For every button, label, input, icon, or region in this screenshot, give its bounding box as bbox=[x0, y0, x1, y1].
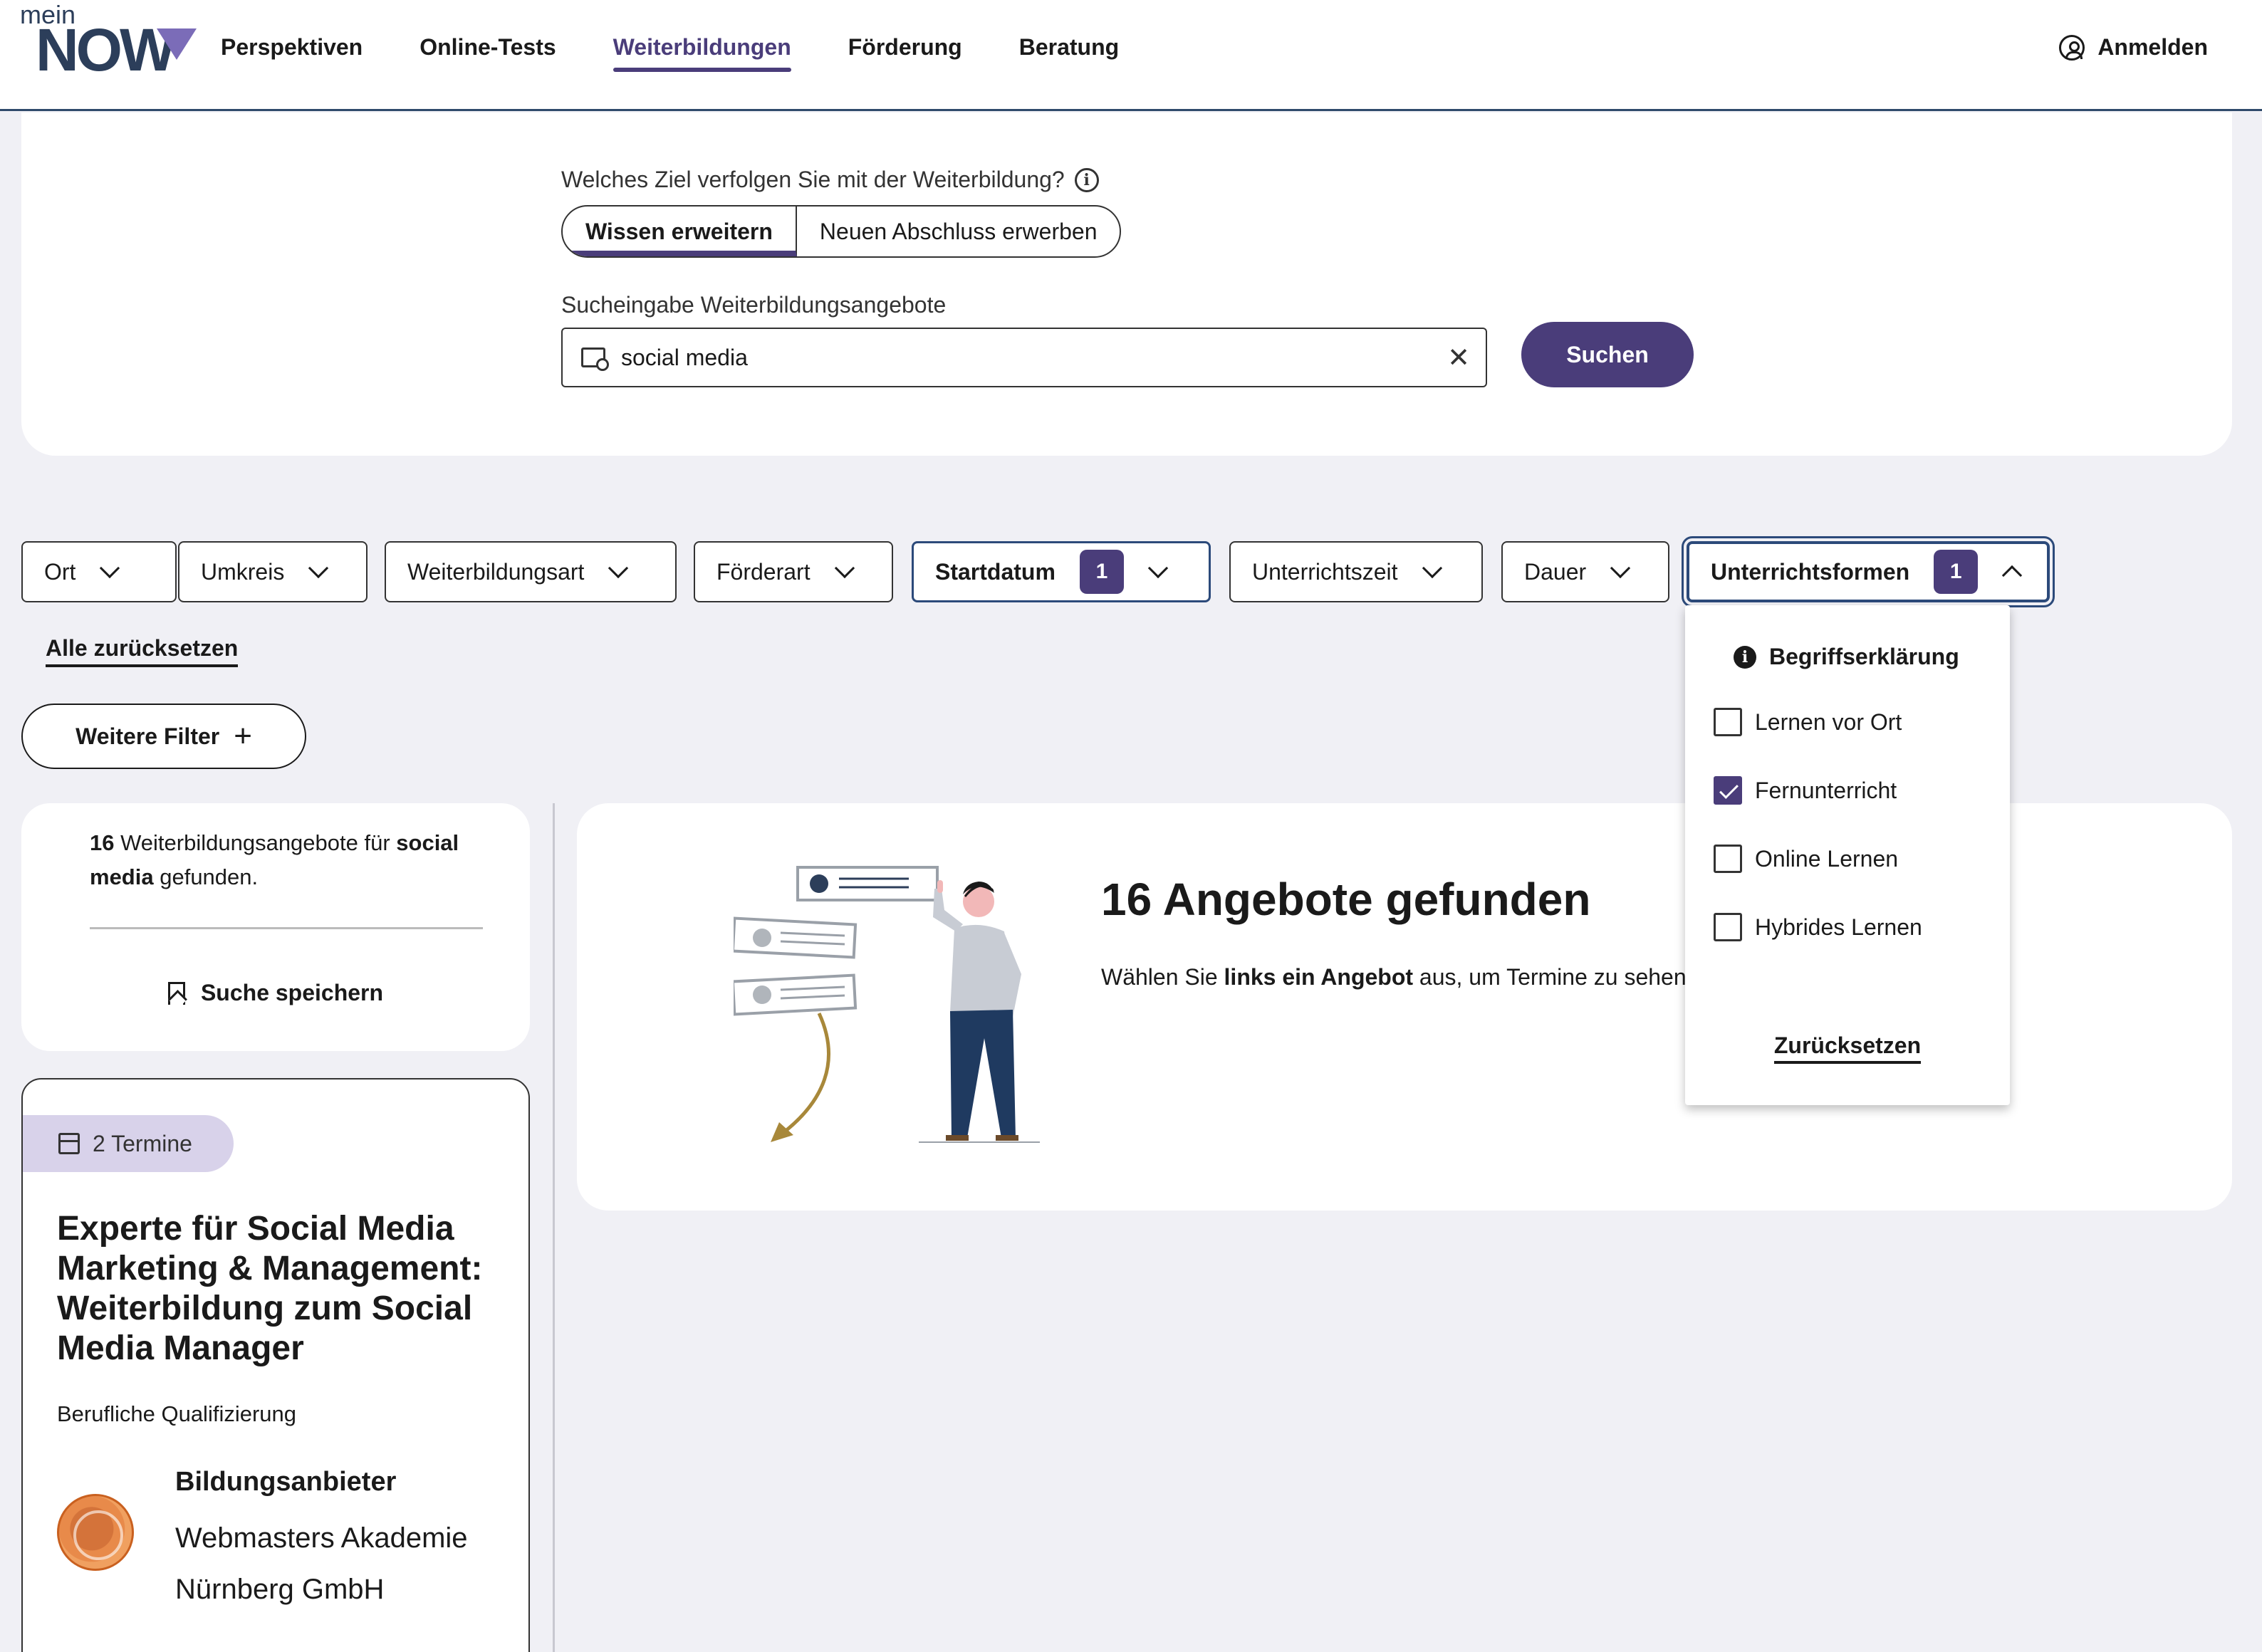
search-input-label: Sucheingabe Weiterbildungsangebote bbox=[561, 292, 947, 318]
filter-umkreis[interactable]: Umkreis bbox=[178, 541, 368, 602]
filter-label: Umkreis bbox=[201, 558, 285, 585]
logo-now-text: NOW bbox=[36, 16, 176, 83]
results-hint-pre: Wählen Sie bbox=[1101, 964, 1224, 990]
bookmark-icon bbox=[167, 981, 185, 1005]
course-type: Berufliche Qualifizierung bbox=[57, 1401, 297, 1426]
search-input[interactable] bbox=[621, 344, 1448, 371]
site-header: mein NOW Perspektiven Online-Tests Weite… bbox=[0, 0, 2262, 111]
search-button[interactable]: Suchen bbox=[1521, 322, 1694, 387]
glossary-label: Begriffserklärung bbox=[1769, 644, 1959, 669]
save-search-button[interactable]: Suche speichern bbox=[21, 980, 530, 1006]
goal-option-wissen-erweitern[interactable]: Wissen erweitern bbox=[563, 206, 797, 256]
results-hint-bold: links ein Angebot bbox=[1224, 964, 1414, 990]
result-count: 16 bbox=[90, 830, 115, 855]
checkbox-checked[interactable] bbox=[1714, 776, 1742, 805]
logo[interactable]: mein NOW bbox=[19, 0, 197, 85]
provider-name: Webmasters Akademie Nürnberg GmbH bbox=[175, 1522, 468, 1605]
close-icon[interactable]: ✕ bbox=[1447, 342, 1470, 374]
termine-label: 2 Termine bbox=[93, 1130, 192, 1156]
search-panel: Welches Ziel verfolgen Sie mit der Weite… bbox=[21, 113, 2232, 456]
nav-item-foerderung[interactable]: Förderung bbox=[848, 34, 962, 68]
logo-triangle-icon bbox=[157, 28, 197, 60]
provider-label: Bildungsanbieter bbox=[175, 1467, 397, 1497]
person-pointing-illustration bbox=[734, 866, 1040, 1143]
reset-all-link[interactable]: Alle zurücksetzen bbox=[46, 635, 239, 667]
chevron-down-icon bbox=[834, 558, 855, 579]
checkbox[interactable] bbox=[1714, 913, 1742, 941]
nav-item-online-tests[interactable]: Online-Tests bbox=[419, 34, 556, 68]
filter-unterrichtszeit[interactable]: Unterrichtszeit bbox=[1229, 541, 1483, 602]
filter-label: Dauer bbox=[1524, 558, 1587, 585]
checkbox[interactable] bbox=[1714, 708, 1742, 736]
filter-label: Unterrichtsformen bbox=[1711, 558, 1910, 585]
chevron-up-icon bbox=[2002, 565, 2023, 586]
divider bbox=[90, 927, 483, 929]
results-title: 16 Angebote gefunden bbox=[1101, 874, 1591, 925]
option-hybrides-lernen[interactable]: Hybrides Lernen bbox=[1714, 913, 1922, 941]
more-filters-button[interactable]: Weitere Filter + bbox=[21, 704, 306, 769]
option-fernunterricht[interactable]: Fernunterricht bbox=[1714, 776, 1897, 805]
course-title[interactable]: Experte für Social Media Marketing & Man… bbox=[57, 1209, 513, 1369]
main-nav: Perspektiven Online-Tests Weiterbildunge… bbox=[221, 34, 1176, 72]
chevron-down-icon bbox=[1610, 558, 1631, 579]
dropdown-reset: Zurücksetzen bbox=[1685, 1032, 2010, 1064]
course-search-icon bbox=[581, 347, 609, 371]
option-label: Lernen vor Ort bbox=[1755, 709, 1902, 735]
user-icon bbox=[2059, 34, 2085, 61]
goal-question: Welches Ziel verfolgen Sie mit der Weite… bbox=[561, 167, 1099, 193]
chevron-down-icon bbox=[308, 558, 329, 579]
dropdown-reset-link[interactable]: Zurücksetzen bbox=[1773, 1032, 1922, 1064]
glossary-link[interactable]: i Begriffserklärung bbox=[1734, 644, 1959, 670]
column-divider bbox=[553, 803, 555, 1652]
option-label: Fernunterricht bbox=[1755, 777, 1897, 803]
option-lernen-vor-ort[interactable]: Lernen vor Ort bbox=[1714, 708, 1902, 736]
chevron-down-icon bbox=[608, 558, 629, 579]
plus-icon: + bbox=[234, 718, 252, 753]
info-icon: i bbox=[1734, 645, 1756, 669]
summary-text: 16 Weiterbildungsangebote für social med… bbox=[90, 826, 489, 894]
results-hint: Wählen Sie links ein Angebot aus, um Ter… bbox=[1101, 964, 1687, 990]
filter-ort[interactable]: Ort bbox=[21, 541, 177, 602]
nav-item-weiterbildungen[interactable]: Weiterbildungen bbox=[613, 34, 791, 72]
filter-weiterbildungsart[interactable]: Weiterbildungsart bbox=[385, 541, 677, 602]
search-box: ✕ bbox=[561, 328, 1487, 387]
nav-item-beratung[interactable]: Beratung bbox=[1019, 34, 1119, 68]
summary-text-mid: Weiterbildungsangebote für bbox=[114, 830, 397, 855]
login-label: Anmelden bbox=[2097, 34, 2208, 60]
filter-count-badge: 1 bbox=[1079, 550, 1124, 594]
filter-count-badge: 1 bbox=[1934, 550, 1979, 594]
save-search-label: Suche speichern bbox=[200, 980, 384, 1005]
goal-toggle: Wissen erweitern Neuen Abschluss erwerbe… bbox=[561, 205, 1122, 258]
filter-label: Ort bbox=[44, 558, 76, 585]
unterrichtsformen-dropdown: i Begriffserklärung Lernen vor Ort Fernu… bbox=[1685, 605, 2010, 1105]
goal-option-neuen-abschluss[interactable]: Neuen Abschluss erwerben bbox=[797, 206, 1120, 256]
checkbox[interactable] bbox=[1714, 845, 1742, 873]
summary-text-end: gefunden. bbox=[153, 864, 259, 889]
filter-startdatum[interactable]: Startdatum 1 bbox=[912, 541, 1211, 602]
results-hint-post: aus, um Termine zu sehen bbox=[1413, 964, 1687, 990]
more-filters-label: Weitere Filter bbox=[75, 723, 220, 749]
search-summary: 16 Weiterbildungsangebote für social med… bbox=[21, 803, 530, 1051]
filter-dauer[interactable]: Dauer bbox=[1501, 541, 1669, 602]
option-label: Hybrides Lernen bbox=[1755, 914, 1922, 940]
chevron-down-icon bbox=[1422, 558, 1442, 579]
option-label: Online Lernen bbox=[1755, 845, 1899, 872]
nav-item-perspektiven[interactable]: Perspektiven bbox=[221, 34, 363, 68]
chevron-down-icon bbox=[100, 558, 120, 579]
filter-label: Startdatum bbox=[935, 558, 1056, 585]
info-icon[interactable]: i bbox=[1074, 167, 1099, 192]
filter-label: Unterrichtszeit bbox=[1252, 558, 1398, 585]
filter-foerderart[interactable]: Förderart bbox=[694, 541, 893, 602]
filter-label: Förderart bbox=[716, 558, 811, 585]
chevron-down-icon bbox=[1147, 558, 1169, 579]
provider-logo bbox=[57, 1494, 134, 1571]
course-card[interactable]: 2 Termine Experte für Social Media Marke… bbox=[21, 1078, 530, 1652]
option-online-lernen[interactable]: Online Lernen bbox=[1714, 845, 1898, 873]
filter-unterrichtsformen[interactable]: Unterrichtsformen 1 bbox=[1682, 536, 2055, 607]
login-button[interactable]: Anmelden bbox=[2059, 34, 2208, 61]
termine-badge: 2 Termine bbox=[23, 1115, 234, 1172]
filter-label: Weiterbildungsart bbox=[407, 558, 585, 585]
calendar-icon bbox=[58, 1133, 80, 1154]
goal-question-text: Welches Ziel verfolgen Sie mit der Weite… bbox=[561, 167, 1065, 192]
